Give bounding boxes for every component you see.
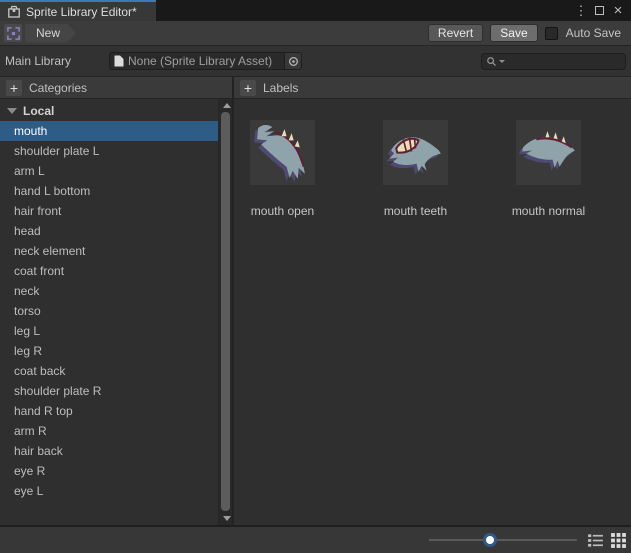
main-library-object-field[interactable]: None (Sprite Library Asset) xyxy=(109,52,302,70)
labels-header: + Labels xyxy=(234,77,304,98)
category-row[interactable]: neck xyxy=(0,281,218,301)
auto-save-label: Auto Save xyxy=(566,26,621,40)
breadcrumb-label: New xyxy=(36,26,60,40)
foldout-local[interactable]: Local xyxy=(0,101,218,121)
category-row[interactable]: neck element xyxy=(0,241,218,261)
label-name: mouth normal xyxy=(512,204,585,218)
thumbnail-size-slider[interactable] xyxy=(429,533,577,547)
category-row[interactable]: arm R xyxy=(0,421,218,441)
bottom-bar xyxy=(0,525,631,553)
sprite-library-window-icon xyxy=(7,5,21,19)
label-name: mouth teeth xyxy=(384,204,447,218)
search-field[interactable] xyxy=(481,53,626,70)
main-library-row: Main Library None (Sprite Library Asset) xyxy=(0,46,631,77)
breadcrumb-new[interactable]: New xyxy=(25,24,76,43)
category-row[interactable]: arm L xyxy=(0,161,218,181)
kebab-menu-icon[interactable]: ⋮ xyxy=(574,3,588,19)
labels-header-label: Labels xyxy=(263,81,298,95)
tab-sprite-library-editor[interactable]: Sprite Library Editor* xyxy=(0,0,156,21)
label-grid: mouth open mouth teeth xyxy=(250,120,631,218)
search-filter-caret-icon[interactable] xyxy=(499,60,505,63)
categories-header-label: Categories xyxy=(29,81,87,95)
scroll-up-icon[interactable] xyxy=(223,103,231,108)
label-item[interactable]: mouth normal xyxy=(516,120,581,218)
category-row[interactable]: mouth xyxy=(0,121,218,141)
object-field-value: None (Sprite Library Asset) xyxy=(128,54,280,68)
toolbar: New Revert Save Auto Save xyxy=(0,21,631,46)
object-picker-button[interactable] xyxy=(284,53,301,69)
panel-headers: + Categories + Labels xyxy=(0,77,631,99)
category-row[interactable]: eye R xyxy=(0,461,218,481)
category-row[interactable]: coat back xyxy=(0,361,218,381)
labels-panel: mouth open mouth teeth xyxy=(234,99,631,525)
search-icon xyxy=(486,56,497,67)
categories-scrollbar[interactable] xyxy=(218,99,232,525)
search-input[interactable] xyxy=(507,55,621,67)
maximize-icon[interactable] xyxy=(595,6,604,15)
save-button[interactable]: Save xyxy=(490,24,537,42)
sprite-library-editor-window: Sprite Library Editor* ⋮ × New Revert Sa… xyxy=(0,0,631,553)
list-view-icon[interactable] xyxy=(587,532,604,549)
scroll-down-icon[interactable] xyxy=(223,516,231,521)
label-item[interactable]: mouth open xyxy=(250,120,315,218)
category-row[interactable]: shoulder plate L xyxy=(0,141,218,161)
grid-view-icon[interactable] xyxy=(610,532,627,549)
category-row[interactable]: hand L bottom xyxy=(0,181,218,201)
slider-thumb[interactable] xyxy=(483,533,497,547)
title-bar: Sprite Library Editor* ⋮ × xyxy=(0,0,631,21)
revert-button[interactable]: Revert xyxy=(428,24,483,42)
label-item[interactable]: mouth teeth xyxy=(383,120,448,218)
document-icon xyxy=(114,55,124,67)
category-row[interactable]: shoulder plate R xyxy=(0,381,218,401)
sprite-thumbnail[interactable] xyxy=(383,120,448,185)
category-row[interactable]: torso xyxy=(0,301,218,321)
add-label-button[interactable]: + xyxy=(240,80,256,96)
foldout-label: Local xyxy=(23,104,54,118)
window-title: Sprite Library Editor* xyxy=(26,5,137,19)
mouth-teeth-sprite-image xyxy=(383,120,448,185)
category-row[interactable]: leg R xyxy=(0,341,218,361)
sprite-thumbnail[interactable] xyxy=(250,120,315,185)
slider-track[interactable] xyxy=(429,539,577,541)
object-picker-icon xyxy=(288,56,299,67)
close-icon[interactable]: × xyxy=(611,4,625,18)
category-row[interactable]: hair back xyxy=(0,441,218,461)
category-row[interactable]: eye L xyxy=(0,481,218,501)
add-category-button[interactable]: + xyxy=(6,80,22,96)
content-area: Local mouth shoulder plate L arm L hand … xyxy=(0,99,631,525)
view-mode-toggle xyxy=(587,532,627,549)
categories-header: + Categories xyxy=(0,77,234,98)
mouth-open-sprite-image xyxy=(250,120,315,185)
mouth-normal-sprite-image xyxy=(516,120,581,185)
category-row[interactable]: coat front xyxy=(0,261,218,281)
categories-list: Local mouth shoulder plate L arm L hand … xyxy=(0,99,218,501)
categories-panel: Local mouth shoulder plate L arm L hand … xyxy=(0,99,234,525)
sprite-library-asset-icon xyxy=(4,24,22,42)
sprite-thumbnail[interactable] xyxy=(516,120,581,185)
auto-save-checkbox[interactable] xyxy=(545,27,558,40)
category-row[interactable]: hair front xyxy=(0,201,218,221)
category-row[interactable]: leg L xyxy=(0,321,218,341)
main-library-label: Main Library xyxy=(5,54,109,68)
window-controls: ⋮ × xyxy=(574,0,631,21)
scrollbar-thumb[interactable] xyxy=(221,112,230,511)
category-row[interactable]: hand R top xyxy=(0,401,218,421)
toolbar-actions: Revert Save Auto Save xyxy=(428,24,627,42)
foldout-arrow-icon xyxy=(7,108,17,114)
category-row[interactable]: head xyxy=(0,221,218,241)
label-name: mouth open xyxy=(251,204,314,218)
